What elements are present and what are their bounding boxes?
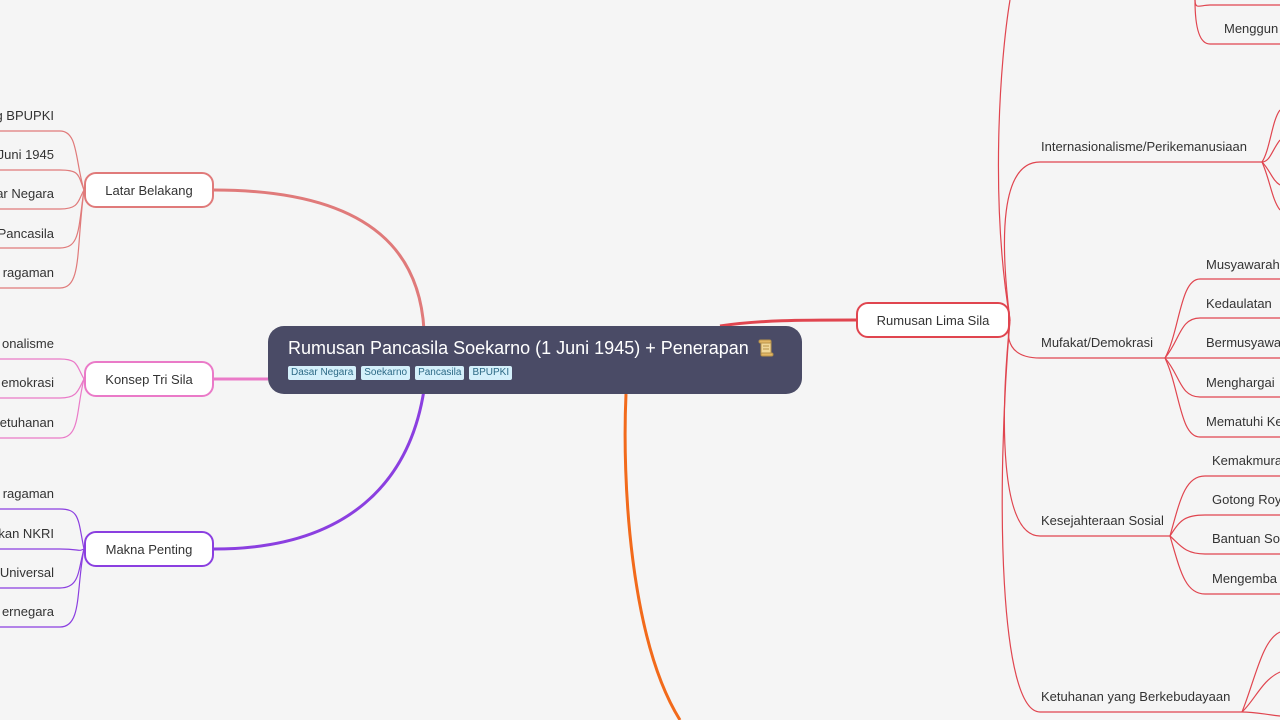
- leaf-latar-3[interactable]: ar Negara: [0, 186, 54, 202]
- tag-soekarno[interactable]: Soekarno: [361, 366, 411, 380]
- sila-internasionalisme[interactable]: Internasionalisme/Perikemanusiaan: [1041, 139, 1247, 155]
- node-makna-penting[interactable]: Makna Penting: [84, 531, 214, 567]
- scroll-icon: [758, 339, 774, 357]
- leaf-latar-5[interactable]: ragaman: [3, 265, 54, 281]
- leaf-mufakat-4[interactable]: Menghargai: [1206, 375, 1275, 391]
- connector-bottom: [623, 393, 682, 720]
- leaf-kesejahteraan-1[interactable]: Kemakmura: [1212, 453, 1280, 469]
- central-topic-text: Rumusan Pancasila Soekarno (1 Juni 1945)…: [288, 338, 749, 358]
- tag-pancasila[interactable]: Pancasila: [415, 366, 465, 380]
- node-konsep-tri-sila[interactable]: Konsep Tri Sila: [84, 361, 214, 397]
- leaf-latar-1[interactable]: g BPUPKI: [0, 108, 54, 124]
- leaf-kesejahteraan-2[interactable]: Gotong Roy: [1212, 492, 1280, 508]
- node-makna-penting-label: Makna Penting: [105, 541, 193, 557]
- node-konsep-tri-sila-label: Konsep Tri Sila: [105, 371, 193, 387]
- node-rumusan-lima-sila[interactable]: Rumusan Lima Sila: [856, 302, 1010, 338]
- leaf-mufakat-1[interactable]: Musyawarah: [1206, 257, 1280, 273]
- tag-list: Dasar Negara Soekarno Pancasila BPUPKI: [288, 366, 782, 380]
- leaf-mufakat-5[interactable]: Mematuhi Ke: [1206, 414, 1280, 430]
- leaf-mufakat-2[interactable]: Kedaulatan: [1206, 296, 1272, 312]
- sila-mufakat[interactable]: Mufakat/Demokrasi: [1041, 335, 1153, 351]
- connector-makna: [213, 389, 426, 551]
- node-latar-belakang-label: Latar Belakang: [105, 182, 193, 198]
- leaf-makna-2[interactable]: kan NKRI: [0, 526, 54, 542]
- node-rumusan-lima-sila-label: Rumusan Lima Sila: [876, 312, 990, 328]
- central-topic-title: Rumusan Pancasila Soekarno (1 Juni 1945)…: [288, 336, 782, 360]
- central-topic[interactable]: Rumusan Pancasila Soekarno (1 Juni 1945)…: [268, 326, 802, 394]
- sila-kesejahteraan[interactable]: Kesejahteraan Sosial: [1041, 513, 1164, 529]
- leaf-makna-1[interactable]: ragaman: [3, 486, 54, 502]
- sila-ketuhanan[interactable]: Ketuhanan yang Berkebudayaan: [1041, 689, 1230, 705]
- leaf-kesejahteraan-4[interactable]: Mengemba: [1212, 571, 1277, 587]
- leaf-makna-4[interactable]: ernegara: [2, 604, 54, 620]
- tag-dasar-negara[interactable]: Dasar Negara: [288, 366, 357, 380]
- tag-bpupki[interactable]: BPUPKI: [469, 366, 513, 380]
- leaf-konsep-2[interactable]: emokrasi: [1, 375, 54, 391]
- leaf-makna-3[interactable]: Universal: [0, 565, 54, 581]
- leaf-latar-4[interactable]: Pancasila: [0, 226, 54, 242]
- leaf-konsep-1[interactable]: onalisme: [2, 336, 54, 352]
- leaf-kesejahteraan-3[interactable]: Bantuan So: [1212, 531, 1280, 547]
- leaf-top-cutoff[interactable]: Menggun: [1224, 21, 1278, 37]
- leaf-mufakat-3[interactable]: Bermusyawa: [1206, 335, 1280, 351]
- leaf-konsep-3[interactable]: etuhanan: [0, 415, 54, 431]
- leaf-latar-2[interactable]: Juni 1945: [0, 147, 54, 163]
- connector-latar: [213, 188, 426, 331]
- node-latar-belakang[interactable]: Latar Belakang: [84, 172, 214, 208]
